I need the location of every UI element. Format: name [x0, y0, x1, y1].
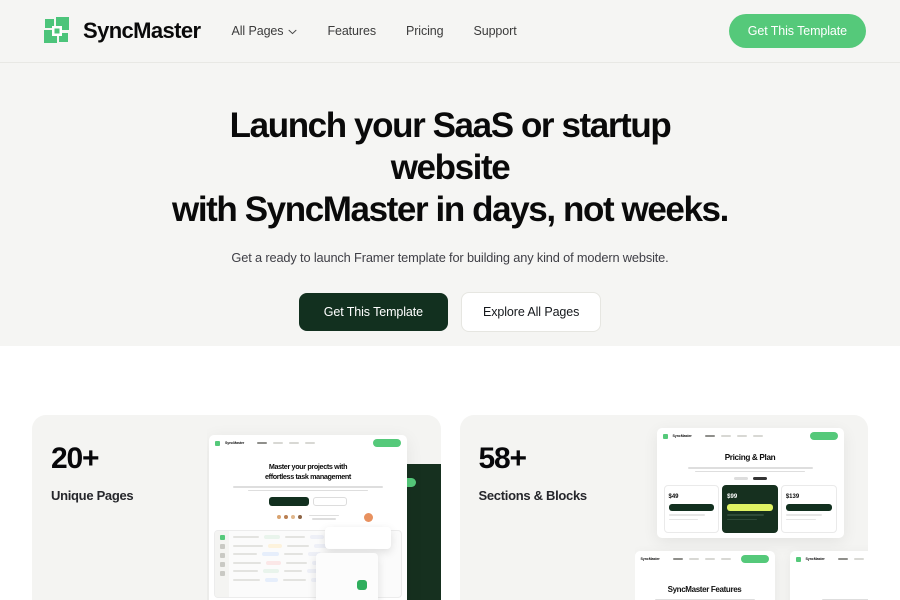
preview-plan-price: $99: [727, 494, 738, 501]
hero-get-template-button[interactable]: Get This Template: [298, 293, 448, 331]
preview-brand: SyncMaster: [225, 441, 245, 445]
preview-plan-card: $49: [663, 485, 720, 534]
preview-paragraph: [221, 486, 395, 492]
page-title: Launch your SaaS or startup website with…: [170, 105, 730, 231]
preview-brand: SyncMaster: [672, 434, 692, 438]
preview-nav-items: [704, 434, 763, 438]
hero-actions: Get This Template Explore All Pages: [298, 292, 602, 332]
chevron-down-icon: [288, 24, 297, 38]
page-root: SyncMaster All Pages Features Pricing Su…: [0, 0, 900, 600]
preview-nav-cta: [373, 439, 401, 447]
preview-pricing-page: SyncMaster Pricing & Plan $49 $99 $139: [656, 428, 844, 538]
preview-nav-cta: [809, 432, 838, 440]
stat-number: 58+: [478, 442, 527, 475]
preview-plan-price: $49: [668, 494, 679, 501]
stat-card-preview: SyncMaster Master your projects with eff…: [207, 415, 441, 600]
stat-card-unique-pages[interactable]: 20+ Unique Pages SyncMaster Master your …: [32, 415, 441, 600]
preview-dashboard-sidebar: [215, 531, 229, 598]
preview-company-page: SyncMaster Company: [789, 551, 869, 600]
preview-floating-card-b: [316, 553, 378, 600]
preview-nav: SyncMaster: [657, 428, 844, 444]
stat-card-text: 58+ Sections & Blocks: [460, 415, 635, 600]
hero-subheadline: Get a ready to launch Framer template fo…: [231, 250, 669, 265]
preview-nav: SyncMaster: [635, 551, 775, 567]
preview-hero: Master your projects with effortless tas…: [209, 451, 407, 522]
hero-section: Launch your SaaS or startup website with…: [0, 63, 900, 346]
preview-page-title: SyncMaster Features: [667, 585, 742, 594]
stat-label: Unique Pages: [51, 488, 134, 503]
preview-features-page: SyncMaster SyncMaster Features: [634, 551, 775, 600]
stats-section: 20+ Unique Pages SyncMaster Master your …: [0, 346, 900, 600]
preview-pricing-title: Pricing & Plan: [724, 453, 776, 462]
brand-logo[interactable]: SyncMaster: [42, 16, 201, 46]
headline-line-1: Launch your SaaS or startup website: [229, 106, 672, 187]
stat-label: Sections & Blocks: [478, 488, 588, 503]
nav-link-support[interactable]: Support: [473, 24, 516, 38]
nav-link-label: Features: [327, 24, 376, 38]
nav-links: All Pages Features Pricing Support: [232, 24, 517, 38]
nav-get-template-button[interactable]: Get This Template: [728, 14, 866, 48]
preview-pricing-header: Pricing & Plan: [657, 444, 844, 481]
preview-logo-icon: [662, 433, 668, 439]
preview-brand: SyncMaster: [640, 557, 660, 561]
navbar: SyncMaster All Pages Features Pricing Su…: [0, 0, 900, 63]
preview-nav: SyncMaster: [790, 551, 869, 567]
preview-headline-line-2: effortless task management: [265, 471, 351, 481]
brand-name: SyncMaster: [83, 18, 201, 43]
nav-link-label: Support: [473, 24, 517, 38]
preview-nav-items: [672, 557, 731, 561]
preview-headline-line-1: Master your projects with: [268, 462, 348, 471]
preview-nav: SyncMaster: [209, 435, 407, 451]
hero-explore-pages-button[interactable]: Explore All Pages: [461, 292, 602, 332]
preview-logo-icon: [215, 440, 220, 446]
preview-buttons: [221, 497, 395, 507]
preview-plan-price: $139: [785, 494, 800, 501]
stat-card-text: 20+ Unique Pages: [32, 415, 207, 600]
preview-floating-card-a: [325, 527, 391, 549]
preview-plan-card: $99: [722, 485, 778, 534]
nav-link-pricing[interactable]: Pricing: [406, 24, 444, 38]
stat-card-sections-blocks[interactable]: 58+ Sections & Blocks SyncMaster Pricing…: [459, 415, 869, 600]
stat-number: 20+: [51, 442, 99, 475]
preview-logo-icon: [795, 556, 801, 562]
syncmaster-logo-icon: [42, 16, 72, 46]
nav-link-label: Pricing: [405, 24, 444, 38]
preview-status-badge-icon: [357, 580, 367, 590]
headline-line-2: with SyncMaster in days, not weeks.: [172, 190, 729, 229]
nav-link-features[interactable]: Features: [327, 24, 376, 38]
preview-plan-card: $139: [780, 485, 837, 534]
preview-nav-items: [837, 557, 868, 561]
preview-plan-list: $49 $99 $139: [657, 480, 844, 534]
preview-brand: SyncMaster: [805, 557, 825, 561]
preview-nav-items: [257, 441, 316, 445]
preview-nav-cta: [740, 555, 769, 563]
nav-link-all-pages[interactable]: All Pages: [232, 24, 298, 38]
stat-card-preview: SyncMaster Pricing & Plan $49 $99 $139 S…: [634, 415, 869, 600]
preview-avatar-icon: [364, 513, 373, 522]
preview-page-title: Company: [800, 585, 869, 594]
nav-link-label: All Pages: [231, 24, 284, 38]
